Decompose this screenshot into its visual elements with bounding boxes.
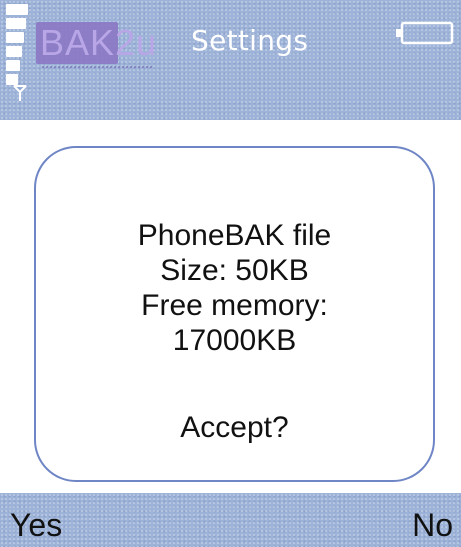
dialog-line-free-memory-label: Free memory: xyxy=(141,289,328,322)
logo-text: BAK2u xyxy=(40,22,158,63)
dialog-line-free-memory-value: 17000KB xyxy=(172,324,297,357)
status-bar: BAK2u Settings xyxy=(0,0,461,120)
dialog-line-filename: PhoneBAK file xyxy=(137,219,332,252)
dialog-question: Accept? xyxy=(180,411,289,444)
dialog-line-size: Size: 50KB xyxy=(160,254,309,287)
no-softkey[interactable]: No xyxy=(412,507,453,543)
app-logo: BAK2u xyxy=(36,18,176,76)
battery-icon xyxy=(396,21,454,45)
page-title: Settings xyxy=(191,24,309,57)
antenna-icon xyxy=(13,85,27,101)
yes-softkey[interactable]: Yes xyxy=(10,507,62,543)
confirm-dialog: PhoneBAK file Size: 50KB Free memory: 17… xyxy=(34,146,435,482)
dialog-message: PhoneBAK file Size: 50KB Free memory: 17… xyxy=(36,218,433,358)
softkey-bar: Yes No xyxy=(0,493,461,547)
signal-strength-icon xyxy=(6,4,30,94)
